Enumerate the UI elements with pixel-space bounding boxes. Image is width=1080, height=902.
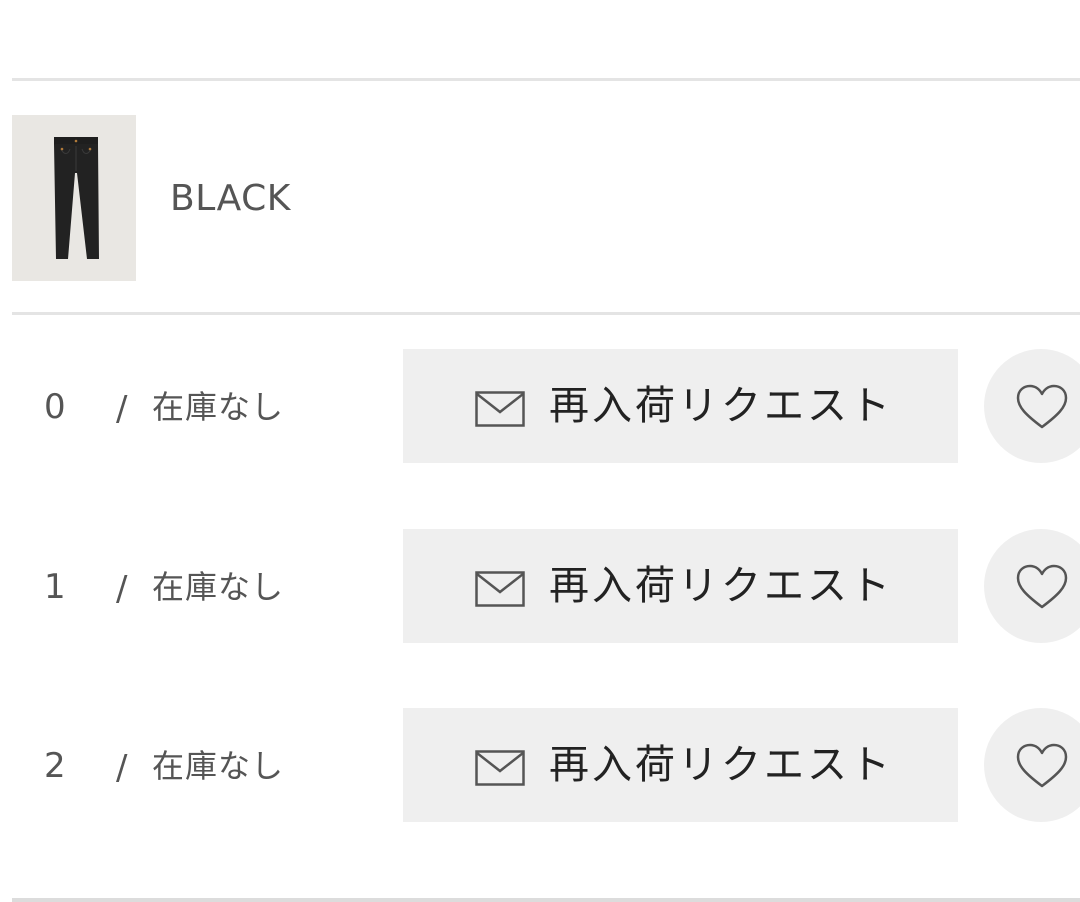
mail-icon [475, 391, 525, 427]
restock-request-button[interactable]: 再入荷リクエスト [403, 529, 958, 643]
restock-request-label: 再入荷リクエスト [549, 563, 893, 609]
divider-top [12, 78, 1080, 81]
separator: / [116, 569, 128, 609]
favorite-button[interactable] [984, 708, 1080, 822]
color-name: BLACK [170, 178, 291, 219]
mail-icon [475, 750, 525, 786]
size-row: 0 / 在庫なし 再入荷リクエスト [0, 349, 1080, 463]
separator: / [116, 748, 128, 788]
stock-status: 在庫なし [152, 568, 285, 606]
size-label: 2 [44, 746, 66, 786]
mail-icon [475, 571, 525, 607]
restock-request-label: 再入荷リクエスト [549, 383, 893, 429]
color-option-row[interactable]: BLACK [12, 115, 1080, 281]
size-label: 0 [44, 387, 66, 427]
heart-icon [1016, 564, 1068, 609]
separator: / [116, 389, 128, 429]
size-row: 2 / 在庫なし 再入荷リクエスト [0, 708, 1080, 822]
divider-bottom [12, 898, 1080, 902]
restock-request-button[interactable]: 再入荷リクエスト [403, 349, 958, 463]
product-thumbnail [12, 115, 136, 281]
jeans-icon [54, 137, 99, 259]
heart-icon [1016, 384, 1068, 429]
restock-request-button[interactable]: 再入荷リクエスト [403, 708, 958, 822]
size-row: 1 / 在庫なし 再入荷リクエスト [0, 529, 1080, 643]
size-label: 1 [44, 567, 66, 607]
favorite-button[interactable] [984, 529, 1080, 643]
divider-middle [12, 312, 1080, 315]
stock-status: 在庫なし [152, 747, 285, 785]
restock-request-label: 再入荷リクエスト [549, 742, 893, 788]
favorite-button[interactable] [984, 349, 1080, 463]
heart-icon [1016, 743, 1068, 788]
stock-status: 在庫なし [152, 388, 285, 426]
